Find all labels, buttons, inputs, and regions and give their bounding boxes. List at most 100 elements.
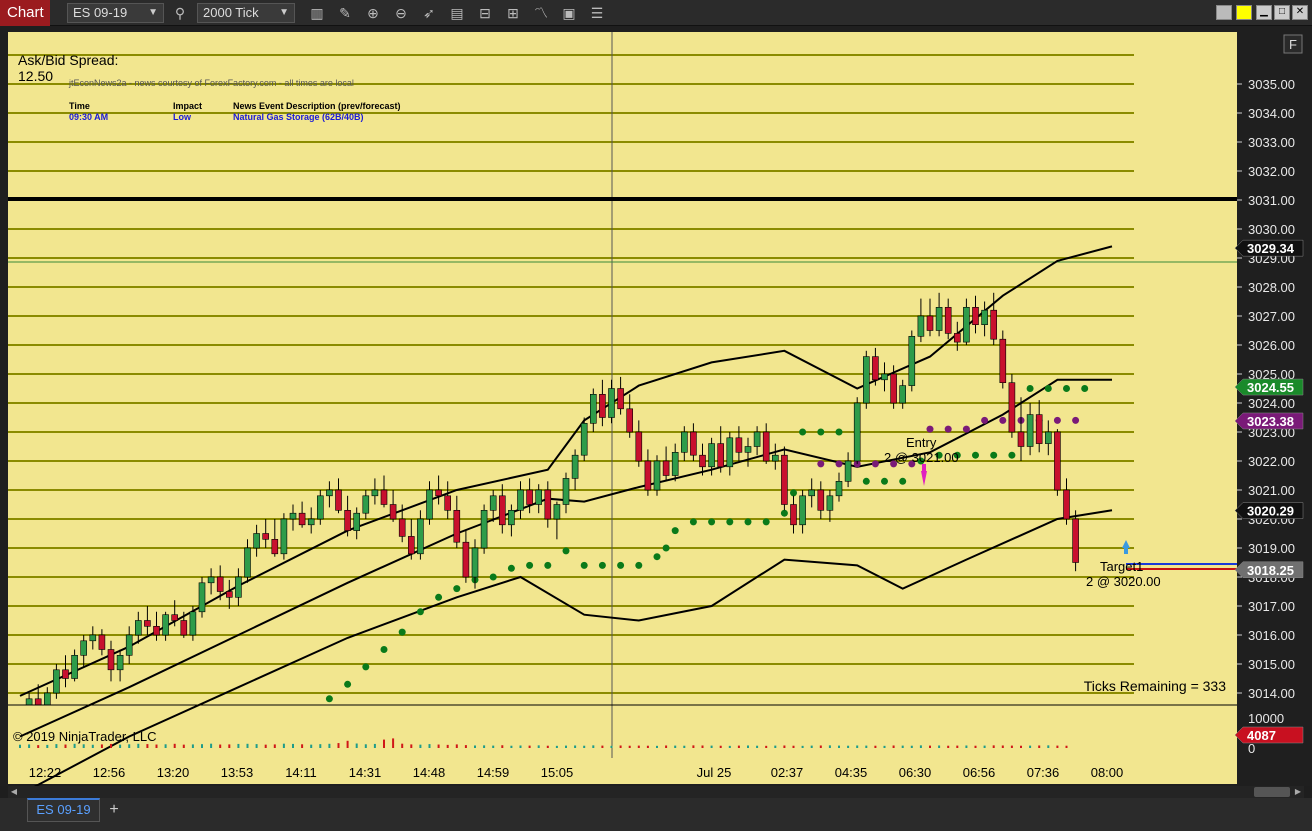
candle-body bbox=[335, 489, 342, 511]
volume-bar bbox=[1056, 745, 1059, 748]
properties-icon[interactable]: ▣ bbox=[559, 3, 579, 23]
candle-body bbox=[444, 495, 452, 511]
volume-bar bbox=[1047, 745, 1050, 748]
horizontal-scrollbar[interactable]: ◀ ▶ bbox=[8, 786, 1304, 798]
candle-body bbox=[489, 495, 497, 511]
volume-bar bbox=[383, 739, 385, 748]
volume-marker-label: 4087 bbox=[1247, 728, 1276, 743]
volume-bar bbox=[1038, 745, 1041, 748]
pointer-icon[interactable]: ➶ bbox=[419, 3, 439, 23]
volume-bar bbox=[37, 745, 40, 748]
scroll-thumb[interactable] bbox=[1254, 787, 1290, 797]
time-tick-label: 13:53 bbox=[221, 765, 254, 780]
candle-body bbox=[371, 489, 379, 497]
scroll-left-icon[interactable]: ◀ bbox=[8, 786, 20, 798]
color-yellow-icon[interactable] bbox=[1236, 5, 1252, 20]
candle-body bbox=[744, 446, 752, 453]
volume-bar bbox=[710, 745, 713, 748]
indicator-dot-green bbox=[881, 477, 888, 485]
candle-body bbox=[826, 495, 834, 511]
candle-body bbox=[189, 611, 197, 636]
indicator-dot-green bbox=[780, 509, 788, 517]
volume-bar bbox=[146, 744, 149, 748]
candle-body bbox=[690, 431, 697, 456]
time-tick-label: 06:56 bbox=[963, 765, 996, 780]
volume-bar bbox=[783, 745, 786, 748]
volume-bar bbox=[173, 743, 176, 748]
candle-body bbox=[699, 454, 706, 468]
chart-canvas[interactable]: 3035.00 3034.00 3033.00 3032.00 3031.00 3030.… bbox=[0, 26, 1312, 786]
candle-body bbox=[599, 393, 606, 418]
interval-selector[interactable]: 2000 Tick ▼ bbox=[197, 3, 295, 23]
tab-instrument[interactable]: ES 09-19 bbox=[27, 798, 100, 822]
time-tick-label: 07:36 bbox=[1027, 765, 1060, 780]
candle-body bbox=[153, 625, 160, 636]
volume-bar bbox=[237, 743, 240, 748]
volume-bar bbox=[774, 745, 777, 748]
add-tab-button[interactable]: + bbox=[104, 800, 124, 820]
indicator-dot-purple bbox=[981, 416, 989, 424]
volume-bar bbox=[55, 744, 58, 748]
volume-bar bbox=[455, 744, 458, 748]
time-tick-label: Jul 25 bbox=[697, 765, 732, 780]
volume-bar bbox=[956, 745, 959, 748]
price-marker-label: 3029.34 bbox=[1247, 241, 1295, 256]
indicator-dot-green bbox=[453, 585, 461, 593]
minimize-icon[interactable]: ▁ bbox=[1256, 5, 1272, 20]
entry-detail: 2 @ 3021.00 bbox=[884, 450, 959, 465]
zoom-in-icon[interactable]: ⊕ bbox=[363, 3, 383, 23]
templates-icon[interactable]: ⊟ bbox=[475, 3, 495, 23]
volume-bar bbox=[656, 745, 658, 748]
volume-bar bbox=[100, 744, 103, 748]
strategies-icon[interactable]: ⊞ bbox=[503, 3, 523, 23]
color-gray-icon[interactable] bbox=[1216, 5, 1232, 20]
candle-body bbox=[644, 460, 652, 491]
candle-body bbox=[872, 356, 879, 381]
volume-bar bbox=[182, 744, 185, 748]
volume-bar bbox=[856, 745, 859, 748]
indicator-dot-green bbox=[862, 477, 870, 485]
candle-body bbox=[280, 518, 288, 555]
candle-body bbox=[162, 614, 169, 636]
candle-body bbox=[216, 576, 224, 592]
indicators-icon[interactable]: 〽 bbox=[531, 3, 551, 23]
volume-bar bbox=[628, 745, 631, 748]
volume-bar bbox=[974, 745, 977, 748]
volume-bar bbox=[683, 745, 686, 748]
candle-body bbox=[544, 489, 552, 520]
draw-icon[interactable]: ✎ bbox=[335, 3, 355, 23]
candle-body bbox=[881, 373, 888, 381]
candle-body bbox=[762, 431, 770, 462]
volume-bar bbox=[501, 745, 504, 748]
chart-trader-icon[interactable]: ☰ bbox=[587, 3, 607, 23]
target-detail: 2 @ 3020.00 bbox=[1086, 574, 1161, 589]
data-box-icon[interactable]: ▤ bbox=[447, 3, 467, 23]
volume-bar bbox=[892, 745, 895, 748]
instrument-selector[interactable]: ES 09-19 ▼ bbox=[67, 3, 164, 23]
volume-bar bbox=[819, 745, 822, 748]
indicator-dot-green bbox=[1044, 385, 1052, 392]
candle-body bbox=[899, 385, 907, 404]
time-tick-label: 12:22 bbox=[29, 765, 62, 780]
indicator-dot-green bbox=[507, 564, 515, 572]
candle-body bbox=[62, 669, 69, 679]
maximize-icon[interactable]: □ bbox=[1274, 5, 1290, 20]
candle-body bbox=[262, 533, 270, 540]
indicator-dot-green bbox=[617, 561, 625, 569]
candle-body bbox=[517, 489, 524, 511]
volume-bar bbox=[883, 745, 886, 748]
candle-body bbox=[662, 460, 670, 476]
indicator-dot-green bbox=[1008, 451, 1016, 459]
volume-bar bbox=[155, 744, 158, 748]
zoom-out-icon[interactable]: ⊖ bbox=[391, 3, 411, 23]
bar-type-icon[interactable]: ▥ bbox=[307, 3, 327, 23]
candle-body bbox=[1063, 489, 1070, 520]
close-icon[interactable]: ✕ bbox=[1292, 5, 1308, 20]
volume-bar bbox=[437, 744, 440, 748]
scroll-right-icon[interactable]: ▶ bbox=[1292, 786, 1304, 798]
magnifier-icon[interactable]: ⚲ bbox=[170, 3, 190, 23]
volume-bar bbox=[756, 745, 759, 748]
volume-bar bbox=[637, 745, 640, 748]
candle-body bbox=[253, 533, 260, 549]
interval-value: 2000 Tick bbox=[203, 5, 259, 20]
